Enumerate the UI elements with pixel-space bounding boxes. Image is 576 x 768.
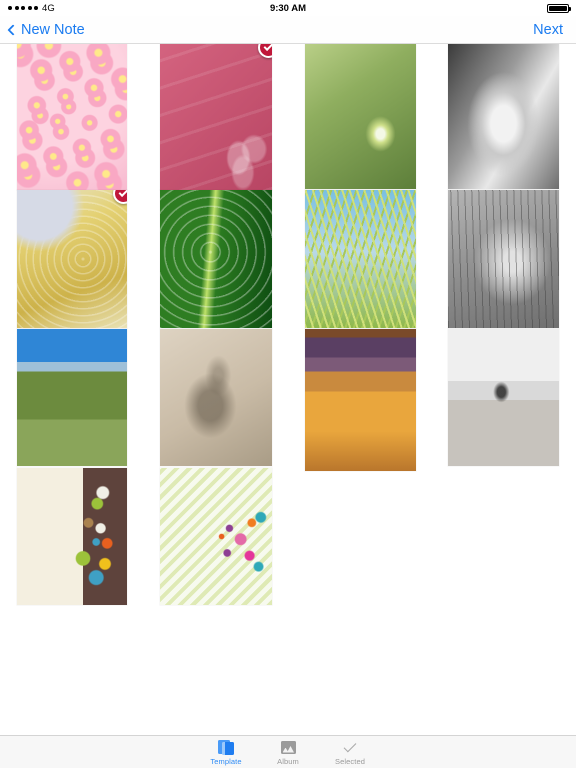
footprint-in-sand-thumbnail	[160, 329, 272, 466]
template-cell[interactable]	[160, 468, 272, 605]
green-leaf-waterdrops-thumbnail	[160, 190, 272, 328]
grid-row	[0, 190, 576, 329]
green-calla-lily-bud-thumbnail	[305, 44, 416, 189]
template-cell[interactable]	[448, 190, 559, 328]
back-button-label: New Note	[21, 22, 85, 38]
battery-full-icon	[547, 3, 571, 13]
template-cell[interactable]	[17, 44, 127, 190]
template-cell[interactable]	[17, 468, 127, 605]
clock-label: 9:30 AM	[269, 2, 307, 14]
status-bar-right	[547, 3, 571, 13]
green-stripes-flowers-thumbnail	[160, 468, 272, 605]
grid-row	[0, 44, 576, 190]
template-cell[interactable]	[160, 44, 272, 190]
template-icon	[217, 739, 235, 756]
status-bar: 4G 9:30 AM	[0, 0, 576, 16]
navigation-bar: New Note Next	[0, 16, 576, 44]
template-cell[interactable]	[305, 190, 416, 328]
palm-frond-sky-thumbnail	[305, 190, 416, 328]
template-cell[interactable]	[17, 329, 127, 466]
i-love-you-hearts-thumbnail	[160, 44, 272, 190]
next-button-label: Next	[533, 22, 563, 38]
back-button[interactable]: New Note	[7, 16, 85, 44]
template-cell[interactable]	[448, 44, 559, 189]
template-cell[interactable]	[160, 329, 272, 466]
metro-tunnel-corridor-thumbnail	[448, 190, 559, 328]
check-icon	[342, 739, 359, 756]
white-heart-cup-thumbnail	[448, 44, 559, 189]
tab-album[interactable]: Album	[257, 739, 319, 766]
couple-walking-beach-bw-thumbnail	[448, 329, 559, 466]
pink-rose-petals-thumbnail	[17, 44, 127, 190]
grid-row	[0, 468, 576, 608]
template-cell[interactable]	[305, 44, 416, 189]
tab-bar: Template Album Selected	[0, 735, 576, 768]
template-cell[interactable]	[17, 190, 127, 328]
album-icon	[280, 739, 297, 756]
brown-cream-flower-border-thumbnail	[17, 468, 127, 605]
template-grid[interactable]	[0, 44, 576, 735]
next-button[interactable]: Next	[533, 16, 563, 44]
yellow-petal-dew-thumbnail	[17, 190, 127, 328]
tab-album-label: Album	[277, 756, 299, 766]
chevron-left-icon	[7, 24, 19, 36]
tab-template[interactable]: Template	[195, 739, 257, 766]
surfers-golden-sunset-thumbnail	[305, 329, 416, 471]
tab-selected-label: Selected	[335, 756, 365, 766]
boardwalk-to-sea-thumbnail	[17, 329, 127, 466]
tab-selected[interactable]: Selected	[319, 739, 381, 766]
template-cell[interactable]	[448, 329, 559, 466]
template-cell[interactable]	[305, 329, 416, 471]
photo-picker-screen: 4G 9:30 AM New Note Next Template Album …	[0, 0, 576, 768]
tab-template-label: Template	[210, 756, 242, 766]
template-cell[interactable]	[160, 190, 272, 328]
grid-row	[0, 329, 576, 471]
